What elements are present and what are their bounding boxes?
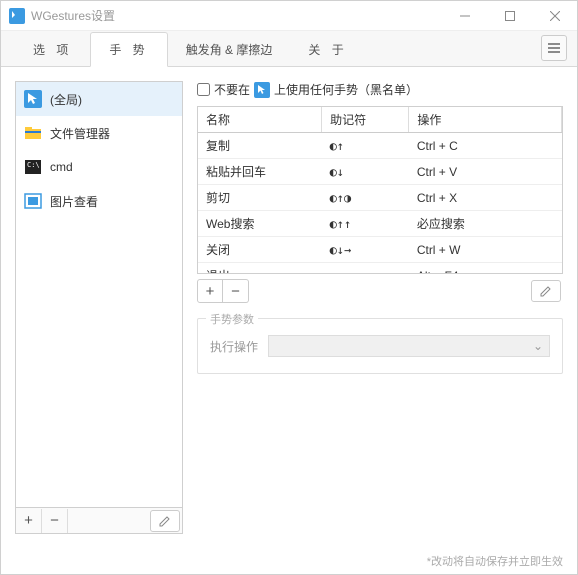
cell-name: 粘贴并回车: [198, 159, 322, 185]
cell-action: 必应搜索: [409, 211, 562, 237]
list-item[interactable]: C:\ cmd: [16, 150, 182, 184]
table-row[interactable]: 退出◐↓←Alt + F4: [198, 263, 562, 275]
list-item-label: 文件管理器: [50, 125, 110, 142]
cell-name: 复制: [198, 133, 322, 159]
list-item[interactable]: (全局): [16, 82, 182, 116]
list-item-label: (全局): [50, 91, 82, 108]
add-gesture-button[interactable]: +: [197, 279, 223, 303]
blacklist-label-prefix: 不要在: [214, 81, 250, 98]
cell-name: 剪切: [198, 185, 322, 211]
remove-gesture-button[interactable]: −: [223, 279, 249, 303]
list-item[interactable]: 文件管理器: [16, 116, 182, 150]
gesture-params-group: 手势参数 执行操作 ⌄: [197, 318, 563, 374]
action-dropdown[interactable]: ⌄: [268, 335, 550, 357]
window-title: WGestures设置: [31, 7, 442, 24]
svg-text:C:\: C:\: [27, 161, 40, 169]
tab-about[interactable]: 关 于: [290, 33, 365, 66]
cell-action: Ctrl + W: [409, 237, 562, 263]
col-action[interactable]: 操作: [409, 107, 562, 133]
remove-app-button[interactable]: −: [42, 509, 68, 533]
autosave-hint: *改动将自动保存并立即生效: [427, 553, 563, 569]
chevron-down-icon: ⌄: [533, 339, 543, 353]
maximize-button[interactable]: [487, 1, 532, 31]
edit-app-button[interactable]: [150, 510, 180, 532]
menu-button[interactable]: [541, 35, 567, 61]
cell-action: Ctrl + C: [409, 133, 562, 159]
table-row[interactable]: 剪切◐↑◑Ctrl + X: [198, 185, 562, 211]
app-list[interactable]: (全局) 文件管理器 C:\ cmd 图片查看: [15, 81, 183, 508]
folder-icon: [24, 124, 42, 142]
blacklist-label-suffix: 上使用任何手势（黑名单）: [274, 81, 418, 98]
tab-corners[interactable]: 触发角 & 摩擦边: [168, 33, 291, 66]
image-viewer-icon: [24, 192, 42, 210]
cell-action: Ctrl + V: [409, 159, 562, 185]
tab-gestures[interactable]: 手 势: [90, 32, 167, 67]
app-logo-icon: [9, 8, 25, 24]
cell-mnemonic: ◐↓←: [322, 263, 409, 275]
list-item-label: 图片查看: [50, 193, 98, 210]
cell-mnemonic: ◐↑: [322, 133, 409, 159]
cell-mnemonic: ◐↓→: [322, 237, 409, 263]
cell-mnemonic: ◐↑◑: [322, 185, 409, 211]
params-legend: 手势参数: [206, 311, 258, 327]
blacklist-checkbox[interactable]: [197, 83, 210, 96]
edit-gesture-button[interactable]: [531, 280, 561, 302]
table-row[interactable]: Web搜索◐↑↑必应搜索: [198, 211, 562, 237]
tab-options[interactable]: 选 项: [15, 33, 90, 66]
col-mnemonic[interactable]: 助记符: [322, 107, 409, 133]
cell-mnemonic: ◐↓: [322, 159, 409, 185]
cell-mnemonic: ◐↑↑: [322, 211, 409, 237]
close-button[interactable]: [532, 1, 577, 31]
action-label: 执行操作: [210, 338, 258, 355]
table-row[interactable]: 粘贴并回车◐↓Ctrl + V: [198, 159, 562, 185]
cell-name: 关闭: [198, 237, 322, 263]
gesture-table[interactable]: 名称 助记符 操作 复制◐↑Ctrl + C粘贴并回车◐↓Ctrl + V剪切◐…: [197, 106, 563, 274]
cursor-icon: [254, 82, 270, 98]
col-name[interactable]: 名称: [198, 107, 322, 133]
list-item[interactable]: 图片查看: [16, 184, 182, 218]
cell-action: Alt + F4: [409, 263, 562, 275]
cell-action: Ctrl + X: [409, 185, 562, 211]
minimize-button[interactable]: [442, 1, 487, 31]
table-row[interactable]: 关闭◐↓→Ctrl + W: [198, 237, 562, 263]
cursor-icon: [24, 90, 42, 108]
cell-name: 退出: [198, 263, 322, 275]
add-app-button[interactable]: +: [16, 509, 42, 533]
cell-name: Web搜索: [198, 211, 322, 237]
list-item-label: cmd: [50, 160, 73, 174]
cmd-icon: C:\: [24, 158, 42, 176]
table-row[interactable]: 复制◐↑Ctrl + C: [198, 133, 562, 159]
